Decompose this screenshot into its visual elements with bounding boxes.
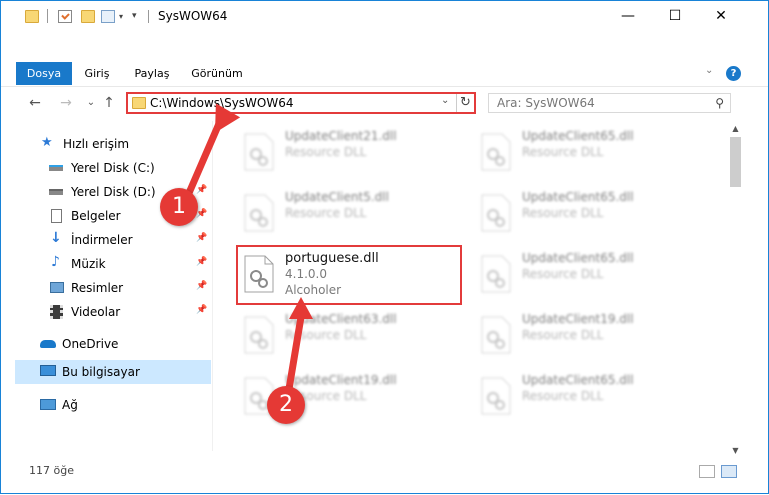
arrow-1-head xyxy=(215,103,241,133)
arrow-2-head xyxy=(289,297,313,319)
annotation-callout-1: 1 xyxy=(160,188,198,226)
annotation-callout-2: 2 xyxy=(267,386,305,424)
annotation-arrows xyxy=(185,103,313,393)
arrow-2 xyxy=(285,313,305,393)
explorer-window: ▾ ▾ SysWOW64 — ☐ ✕ Dosya Giriş Paylaş Gö… xyxy=(0,0,769,494)
